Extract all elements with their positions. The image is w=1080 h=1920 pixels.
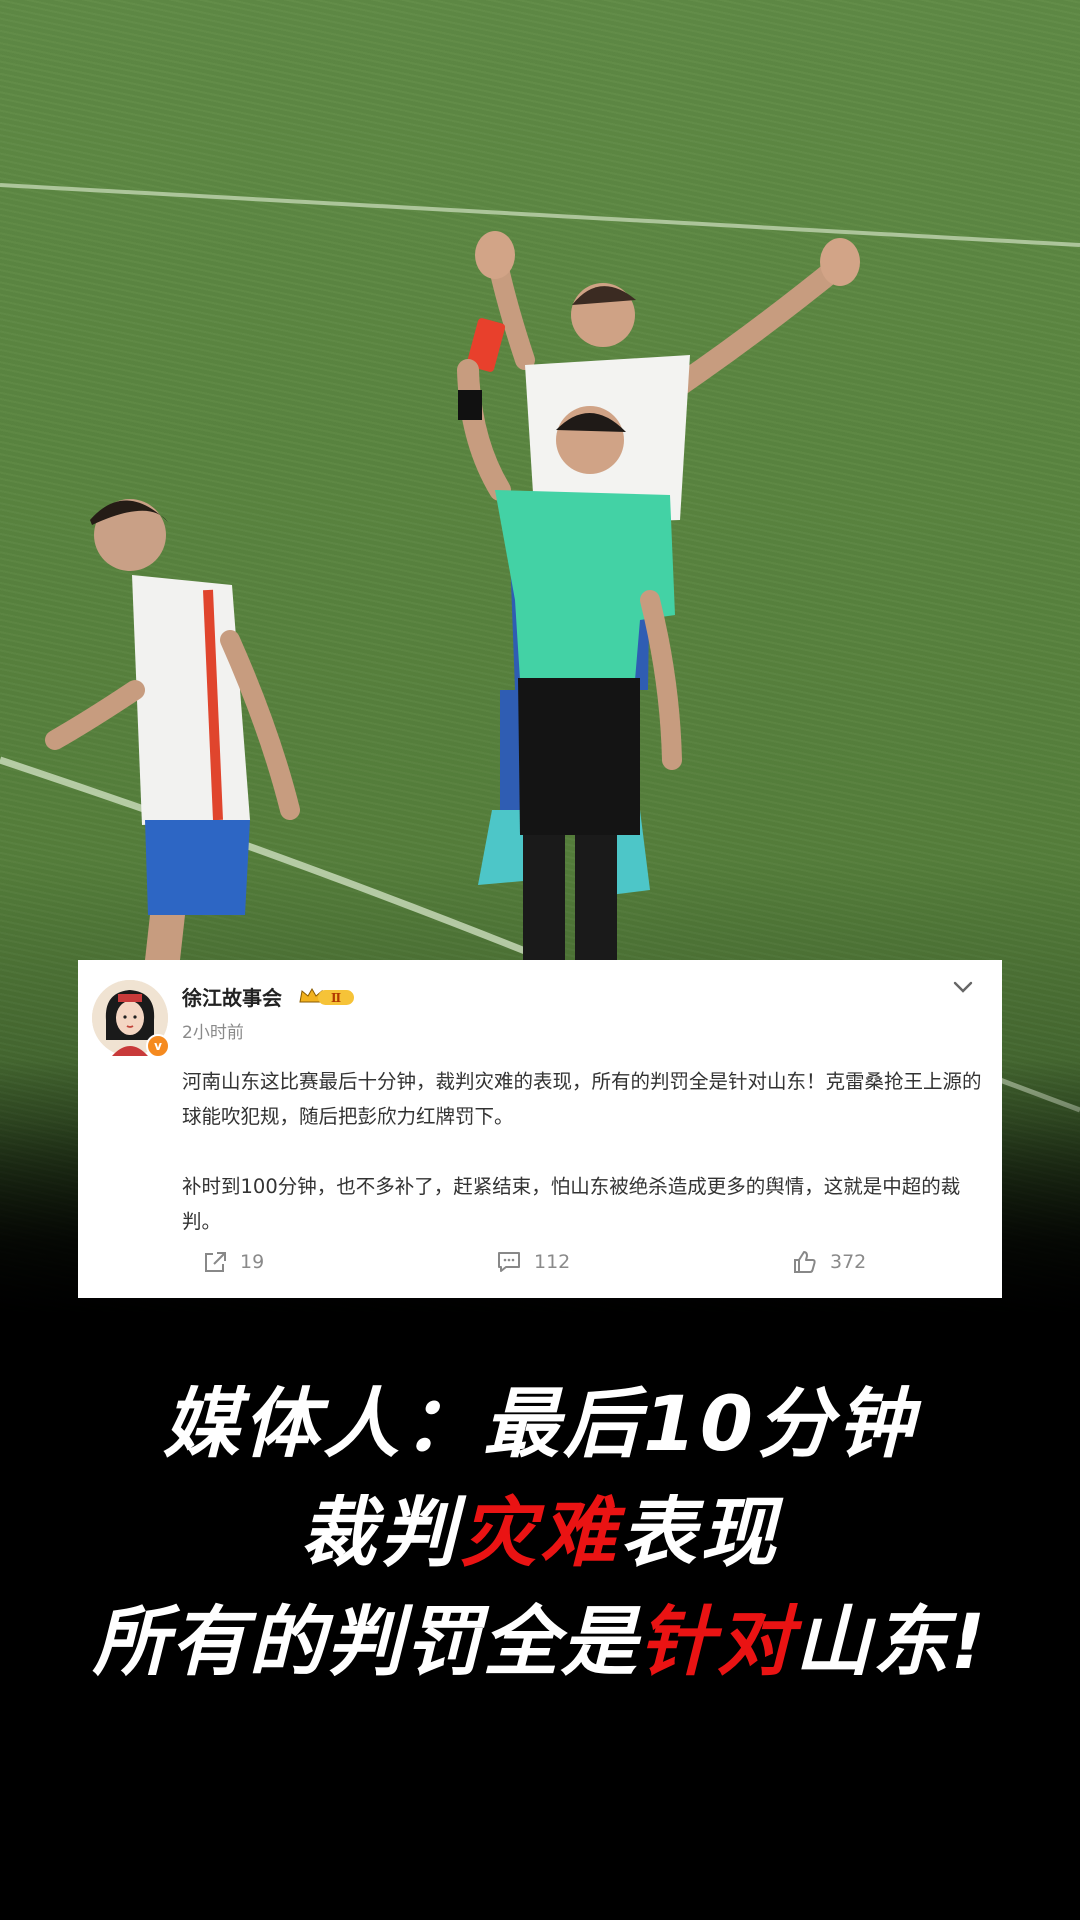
caption-line-3-prefix: 所有的判罚全是 [92, 1597, 639, 1686]
chevron-down-icon[interactable] [952, 980, 974, 994]
crown-badge-icon[interactable]: Ⅱ [298, 986, 356, 1008]
caption-line-2: 裁判灾难表现 [0, 1487, 1080, 1579]
caption-line-1: 媒体人：最后10分钟 [0, 1378, 1080, 1470]
like-icon [794, 1251, 816, 1273]
caption-line-3: 所有的判罚全是针对山东! [0, 1596, 1080, 1688]
caption-line-2-highlight: 灾难 [460, 1488, 620, 1577]
verified-badge-icon: v [146, 1034, 170, 1058]
like-count: 372 [830, 1251, 867, 1273]
post-paragraph-2: 补时到100分钟，也不多补了，赶紧结束，怕山东被绝杀造成更多的舆情，这就是中超的… [182, 1175, 961, 1233]
avatar[interactable]: v [92, 980, 170, 1058]
caption-line-2-prefix: 裁判 [300, 1488, 460, 1577]
post-body: 河南山东这比赛最后十分钟，裁判灾难的表现，所有的判罚全是针对山东！克雷桑抢王上源… [182, 1064, 982, 1239]
caption-line-3-suffix: 山东! [794, 1597, 988, 1686]
like-button[interactable]: 372 [792, 1250, 866, 1274]
weibo-post-card[interactable]: v 徐江故事会 Ⅱ 2小时前 河南山东这比赛最后十分钟，裁判灾难的表现，所有的判… [78, 960, 1002, 1298]
share-icon [205, 1252, 226, 1272]
caption-line-1-text: 媒体人：最后10分钟 [163, 1379, 917, 1468]
post-time: 2小时前 [182, 1023, 244, 1043]
caption-line-3-highlight: 针对 [638, 1597, 795, 1686]
comment-icon [498, 1252, 520, 1272]
level-badge-text: Ⅱ [331, 991, 341, 1005]
comment-button[interactable]: 112 [496, 1250, 570, 1274]
post-paragraph-1: 河南山东这比赛最后十分钟，裁判灾难的表现，所有的判罚全是针对山东！克雷桑抢王上源… [182, 1070, 982, 1128]
player-left [45, 499, 300, 960]
comment-count: 112 [534, 1251, 571, 1273]
repost-count: 19 [240, 1251, 265, 1273]
repost-button[interactable]: 19 [202, 1250, 264, 1274]
username[interactable]: 徐江故事会 [182, 982, 282, 1011]
caption-line-2-suffix: 表现 [620, 1488, 780, 1577]
